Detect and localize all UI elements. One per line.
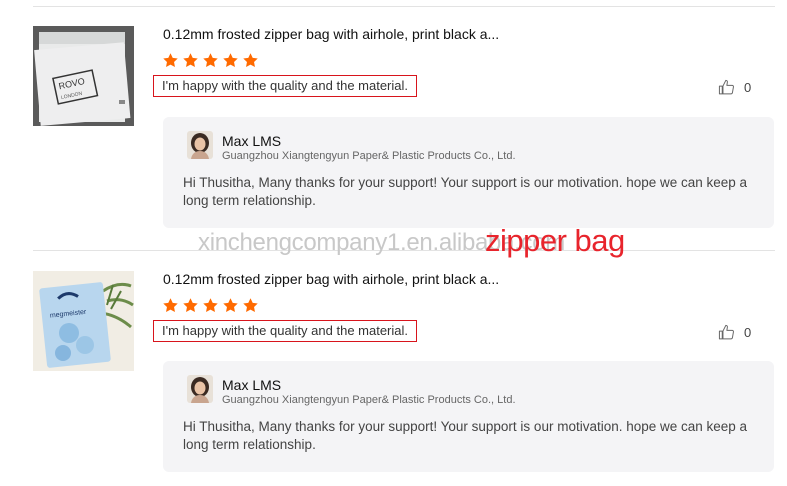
product-thumbnail[interactable]: ROVO LONDON <box>33 26 134 126</box>
thumbs-up-icon <box>718 324 734 340</box>
like-button[interactable]: 0 <box>718 324 751 341</box>
star-icon <box>203 298 218 313</box>
review-comment: I'm happy with the quality and the mater… <box>153 75 418 97</box>
reply-text: Hi Thusitha, Many thanks for your suppor… <box>183 175 748 208</box>
product-thumbnail[interactable]: megmeister <box>33 271 134 371</box>
seller-company: Guangzhou Xiangtengyun Paper& Plastic Pr… <box>222 394 516 406</box>
seller-avatar-icon <box>187 131 213 159</box>
thumbs-up-icon <box>718 79 734 95</box>
rating-stars <box>162 52 259 69</box>
star-icon <box>203 53 218 68</box>
seller-avatar-icon <box>187 375 213 403</box>
overlay-caption: zipper bag <box>485 223 625 258</box>
seller-company: Guangzhou Xiangtengyun Paper& Plastic Pr… <box>222 150 516 162</box>
blue-bag-photo-icon: megmeister <box>33 271 134 371</box>
seller-name: Max LMS <box>222 133 282 149</box>
product-title[interactable]: 0.12mm frosted zipper bag with airhole, … <box>163 271 499 287</box>
reply-text: Hi Thusitha, Many thanks for your suppor… <box>183 419 748 452</box>
rating-stars <box>162 297 259 314</box>
like-count: 0 <box>744 80 752 95</box>
product-title[interactable]: 0.12mm frosted zipper bag with airhole, … <box>163 26 499 42</box>
star-icon <box>243 53 258 68</box>
frosted-bag-photo-icon: ROVO LONDON <box>33 26 134 126</box>
star-icon <box>223 298 238 313</box>
avatar <box>187 375 213 403</box>
seller-reply: Max LMS Guangzhou Xiangtengyun Paper& Pl… <box>163 117 774 228</box>
star-icon <box>243 298 258 313</box>
divider-top <box>33 6 775 7</box>
star-icon <box>223 53 238 68</box>
star-icon <box>183 298 198 313</box>
avatar <box>187 131 213 159</box>
star-icon <box>163 53 178 68</box>
like-button[interactable]: 0 <box>718 79 751 96</box>
review-comment: I'm happy with the quality and the mater… <box>153 320 418 342</box>
seller-reply: Max LMS Guangzhou Xiangtengyun Paper& Pl… <box>163 361 774 472</box>
seller-name: Max LMS <box>222 377 282 393</box>
like-count: 0 <box>744 325 752 340</box>
star-icon <box>163 298 178 313</box>
star-icon <box>183 53 198 68</box>
